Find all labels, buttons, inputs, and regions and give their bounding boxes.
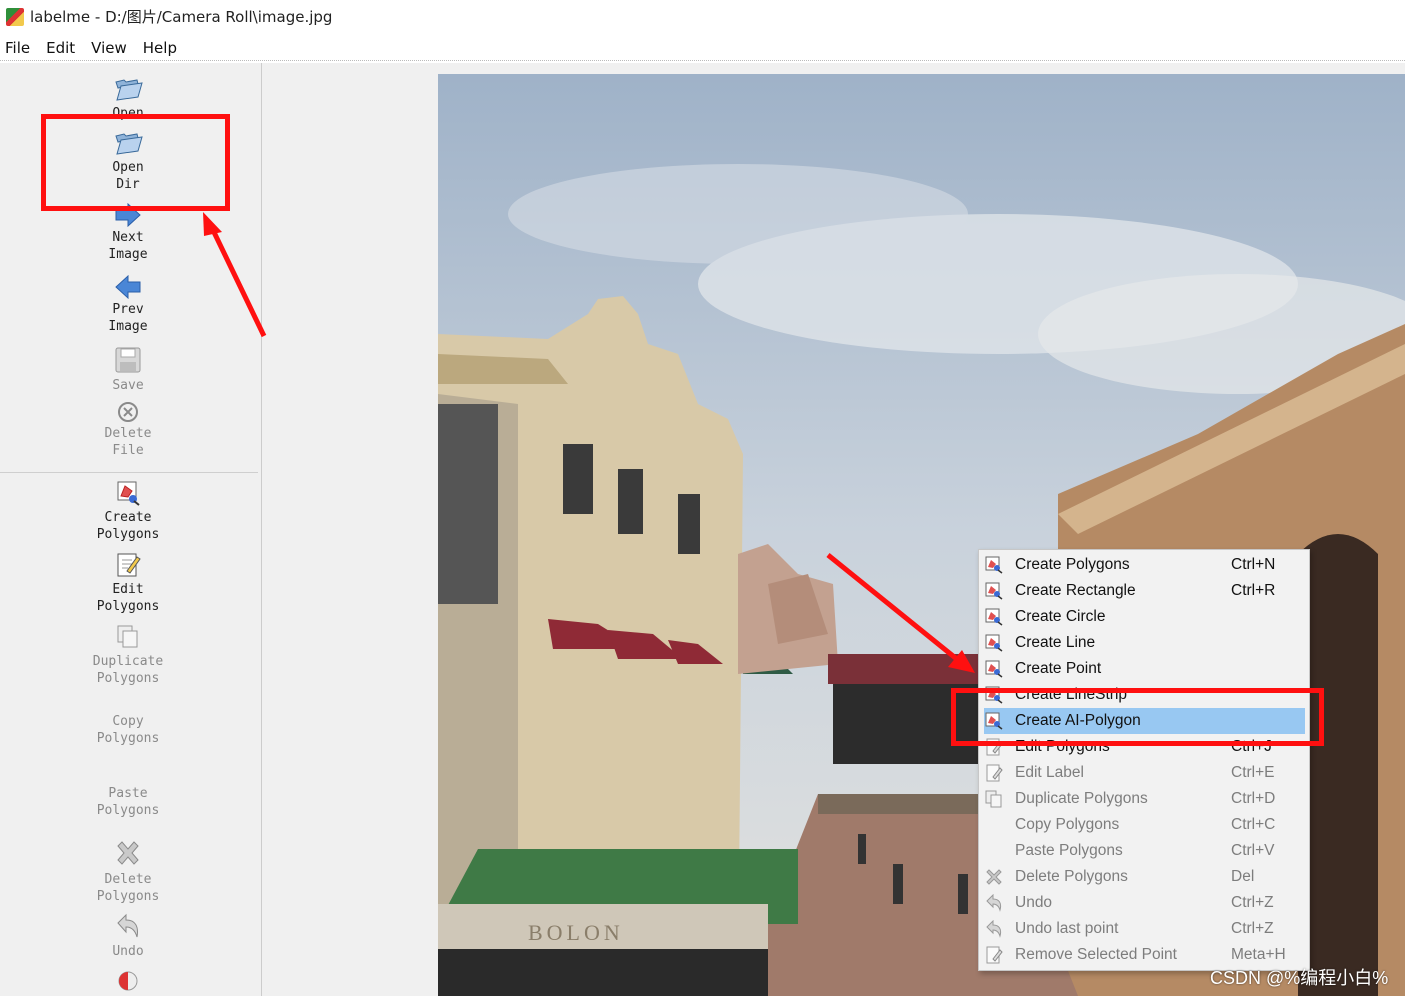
annotation-arrows bbox=[203, 212, 975, 673]
csdn-watermark: CSDN @%编程小白% bbox=[1210, 968, 1389, 988]
